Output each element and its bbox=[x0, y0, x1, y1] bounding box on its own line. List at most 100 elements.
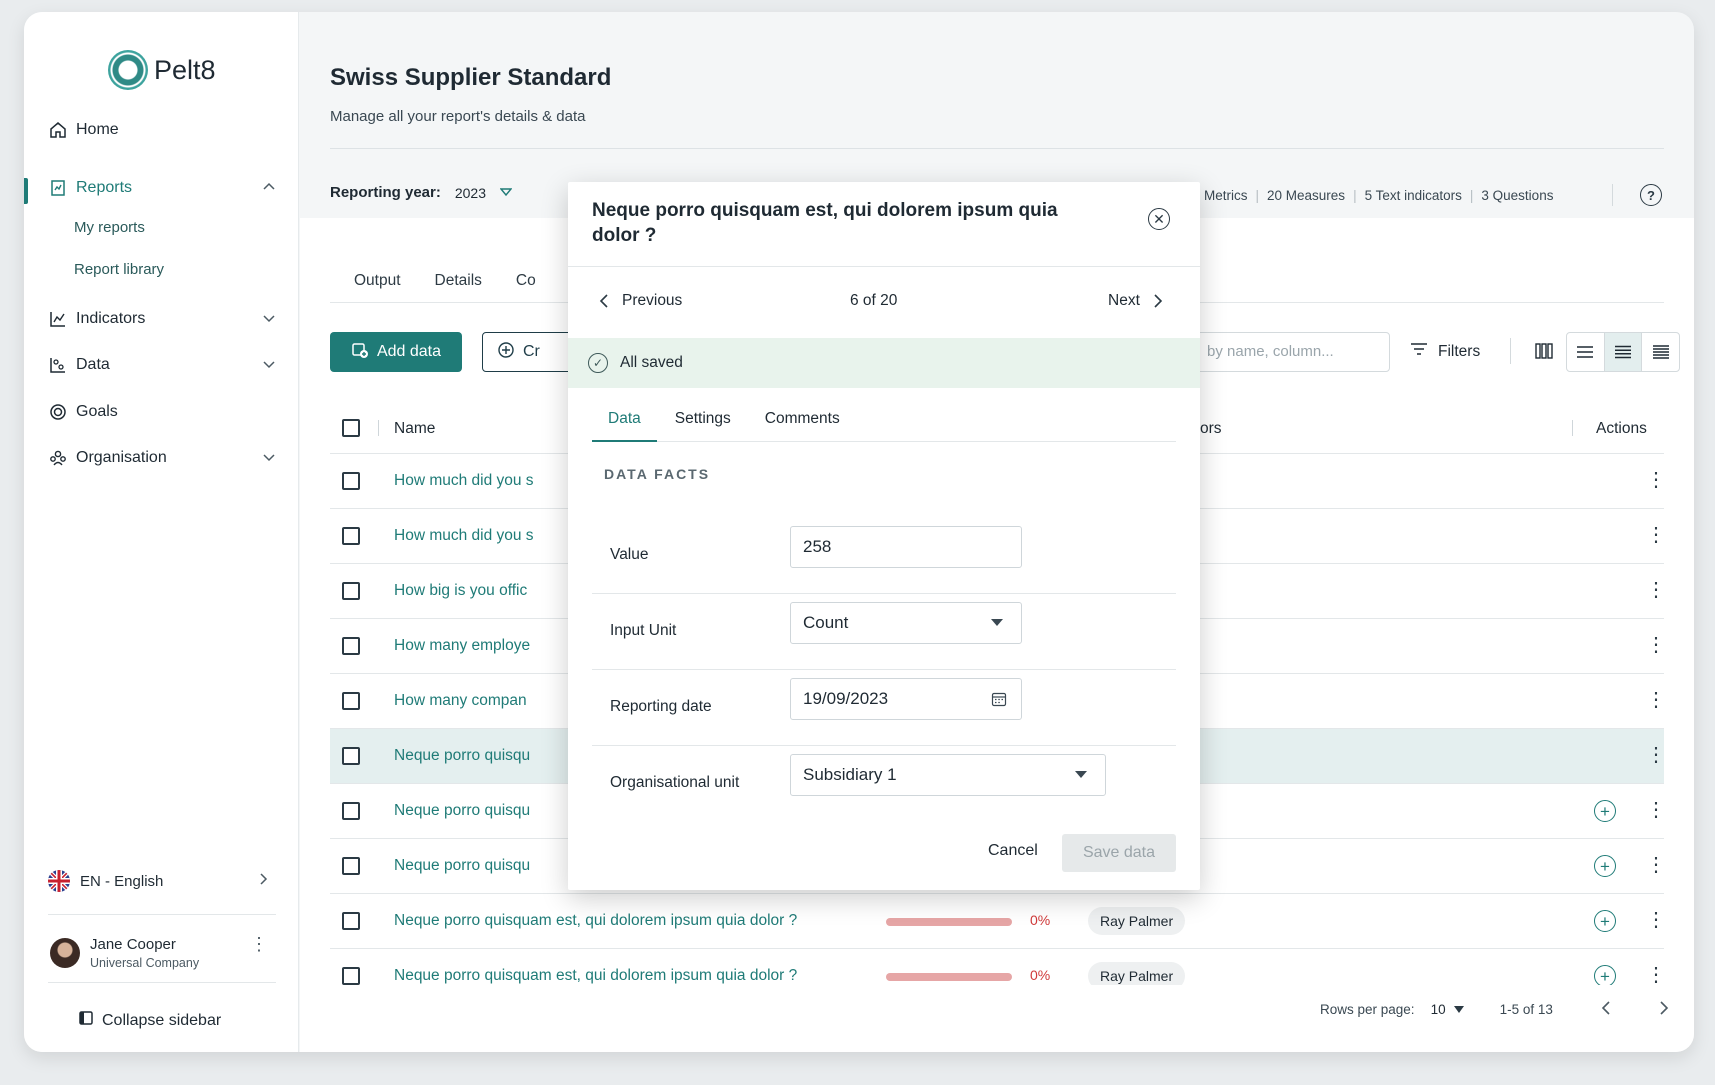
input-unit-select[interactable]: Count bbox=[790, 602, 1022, 644]
row-name-link[interactable]: How big is you offic bbox=[394, 582, 527, 600]
row-checkbox[interactable] bbox=[342, 747, 360, 765]
row-name-link[interactable]: How many employe bbox=[394, 637, 530, 655]
divider bbox=[1612, 184, 1613, 206]
row-name-link[interactable]: How much did you s bbox=[394, 472, 534, 490]
more-vertical-icon[interactable]: ⋮ bbox=[1646, 965, 1664, 985]
rows-per-page-value: 10 bbox=[1430, 1002, 1446, 1017]
add-circle-icon[interactable]: + bbox=[1594, 800, 1616, 822]
next-button[interactable]: Next bbox=[1108, 292, 1164, 310]
chevron-right-icon[interactable] bbox=[1657, 1000, 1671, 1019]
sidebar-item-home[interactable]: Home bbox=[48, 120, 276, 140]
divider bbox=[48, 914, 276, 915]
row-name-link[interactable]: Neque porro quisqu bbox=[394, 747, 530, 765]
reporting-date-input[interactable]: 19/09/2023 bbox=[790, 678, 1022, 720]
tab-co[interactable]: Co bbox=[516, 272, 536, 290]
pagination: Rows per page: 10 1-5 of 13 bbox=[1320, 1000, 1671, 1019]
more-vertical-icon[interactable]: ⋮ bbox=[1646, 470, 1666, 490]
sidebar-item-reports[interactable]: Reports bbox=[48, 178, 276, 198]
assignee-tag: Ray Palmer bbox=[1088, 962, 1186, 985]
save-data-button[interactable]: Save data bbox=[1062, 834, 1176, 872]
table-row[interactable]: Neque porro quisquam est, qui dolorem ip… bbox=[330, 949, 1664, 985]
tab-output[interactable]: Output bbox=[354, 272, 401, 290]
add-circle-icon[interactable]: + bbox=[1594, 910, 1616, 932]
row-name-link[interactable]: How many compan bbox=[394, 692, 527, 710]
language-selector[interactable]: EN - English bbox=[48, 870, 276, 892]
density-standard-icon[interactable] bbox=[1604, 333, 1643, 371]
search-input[interactable]: by name, column... bbox=[1194, 332, 1390, 372]
field-input-unit: Input Unit Count bbox=[592, 594, 1176, 670]
more-vertical-icon[interactable]: ⋮ bbox=[1646, 855, 1666, 875]
row-name-link[interactable]: Neque porro quisqu bbox=[394, 802, 530, 820]
dialog-tabs: Data Settings Comments bbox=[592, 402, 1176, 442]
row-checkbox[interactable] bbox=[342, 527, 360, 545]
calendar-icon[interactable] bbox=[991, 691, 1007, 712]
organisational-unit-select[interactable]: Subsidiary 1 bbox=[790, 754, 1106, 796]
row-checkbox[interactable] bbox=[342, 472, 360, 490]
filters-button[interactable]: Filters bbox=[1410, 342, 1480, 361]
report-counts: Metrics | 20 Measures | 5 Text indicators | 3 … bbox=[1204, 188, 1554, 203]
sidebar-item-organisation[interactable]: Organisation bbox=[48, 448, 276, 468]
caret-down-icon bbox=[499, 184, 513, 201]
user-company: Universal Company bbox=[90, 956, 200, 970]
value-input[interactable]: 258 bbox=[790, 526, 1022, 568]
more-vertical-icon[interactable]: ⋮ bbox=[1646, 910, 1666, 930]
more-vertical-icon[interactable]: ⋮ bbox=[1646, 525, 1666, 545]
row-checkbox[interactable] bbox=[342, 857, 360, 875]
row-name-link[interactable]: Neque porro quisqu bbox=[394, 857, 530, 875]
close-icon[interactable]: ✕ bbox=[1148, 208, 1170, 230]
columns-icon[interactable] bbox=[1534, 342, 1554, 365]
row-checkbox[interactable] bbox=[342, 912, 360, 930]
sidebar-item-indicators[interactable]: Indicators bbox=[48, 309, 276, 329]
row-checkbox[interactable] bbox=[342, 692, 360, 710]
create-button[interactable]: Cr bbox=[482, 332, 582, 372]
tab-comments[interactable]: Comments bbox=[765, 402, 840, 441]
plus-circle-icon bbox=[497, 341, 515, 364]
sidebar-item-my-reports[interactable]: My reports bbox=[74, 219, 145, 236]
help-icon[interactable]: ? bbox=[1640, 184, 1662, 206]
add-circle-icon[interactable]: + bbox=[1594, 965, 1616, 985]
sidebar-item-data[interactable]: Data bbox=[48, 355, 276, 375]
collapse-sidebar-button[interactable]: Collapse sidebar bbox=[78, 1010, 221, 1031]
row-checkbox[interactable] bbox=[342, 637, 360, 655]
divider bbox=[1572, 420, 1573, 436]
row-name-link[interactable]: Neque porro quisquam est, qui dolorem ip… bbox=[394, 967, 797, 985]
density-comfortable-icon[interactable] bbox=[1642, 333, 1679, 371]
more-vertical-icon[interactable]: ⋮ bbox=[1646, 580, 1666, 600]
rows-per-page-select[interactable]: 10 bbox=[1431, 1002, 1464, 1017]
add-data-button[interactable]: Add data bbox=[330, 332, 462, 372]
row-checkbox[interactable] bbox=[342, 582, 360, 600]
row-name-link[interactable]: How much did you s bbox=[394, 527, 534, 545]
rows-per-page-label: Rows per page: bbox=[1320, 1002, 1415, 1017]
column-name[interactable]: Name bbox=[394, 420, 435, 438]
user-profile[interactable]: Jane Cooper Universal Company ⋮ bbox=[50, 935, 278, 970]
logo-text: Pelt8 bbox=[154, 54, 216, 85]
chevron-down-icon bbox=[262, 450, 276, 469]
density-compact-icon[interactable] bbox=[1567, 333, 1605, 371]
sidebar-item-report-library[interactable]: Report library bbox=[74, 261, 164, 278]
column-assignees[interactable]: ors bbox=[1200, 420, 1222, 438]
add-circle-icon[interactable]: + bbox=[1594, 855, 1616, 877]
more-vertical-icon[interactable]: ⋮ bbox=[250, 935, 268, 953]
previous-button[interactable]: Previous bbox=[598, 292, 682, 310]
filters-label: Filters bbox=[1438, 342, 1481, 360]
tab-data[interactable]: Data bbox=[592, 402, 657, 442]
page-title: Swiss Supplier Standard bbox=[330, 64, 612, 91]
row-checkbox[interactable] bbox=[342, 802, 360, 820]
reporting-year[interactable]: Reporting year: 2023 bbox=[330, 184, 513, 201]
row-name-link[interactable]: Neque porro quisquam est, qui dolorem ip… bbox=[394, 912, 797, 930]
count-questions: 3 Questions bbox=[1481, 188, 1554, 203]
tab-details[interactable]: Details bbox=[435, 272, 482, 290]
tab-settings[interactable]: Settings bbox=[675, 402, 731, 441]
cancel-button[interactable]: Cancel bbox=[988, 842, 1038, 860]
more-vertical-icon[interactable]: ⋮ bbox=[1646, 690, 1666, 710]
row-checkbox[interactable] bbox=[342, 967, 360, 985]
sidebar-item-goals[interactable]: Goals bbox=[48, 402, 276, 422]
more-vertical-icon[interactable]: ⋮ bbox=[1646, 745, 1666, 765]
caret-down-icon bbox=[1453, 1005, 1464, 1013]
select-all-checkbox[interactable] bbox=[342, 419, 360, 437]
table-row[interactable]: Neque porro quisquam est, qui dolorem ip… bbox=[330, 894, 1666, 949]
more-vertical-icon[interactable]: ⋮ bbox=[1646, 800, 1666, 820]
more-vertical-icon[interactable]: ⋮ bbox=[1646, 635, 1666, 655]
chevron-left-icon bbox=[599, 294, 608, 308]
chevron-left-icon[interactable] bbox=[1599, 1000, 1613, 1019]
